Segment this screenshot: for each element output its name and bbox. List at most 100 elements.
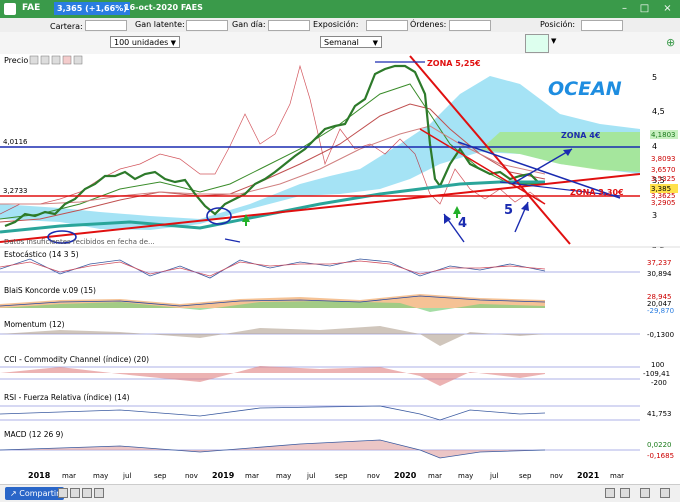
price-tag: 3,6570 [651,166,676,174]
time-label: nov [185,472,198,480]
account-infobar: Cartera: Gan latente: Gan día: Exposició… [0,18,680,33]
indicator-momentum[interactable]: Momentum (12) -0,1300 [0,319,680,352]
indicator-title: BlaiS Koncorde v.09 (15) [4,286,96,295]
tool-icon[interactable] [94,488,104,498]
indicator-koncorde[interactable]: BlaiS Koncorde v.09 (15) 28,945 20,047 -… [0,284,680,318]
time-label: mar [610,472,624,480]
zona-low-label: ZONA 3,30€ [570,188,624,197]
ocean-watermark: OCEAN [548,78,622,100]
time-label: 2018 [28,471,51,480]
indicator-rsi[interactable]: RSI - Fuerza Relativa (índice) (14) 41,7… [0,391,680,427]
cartera-value [85,20,127,31]
time-label: nov [550,472,563,480]
zoom-in-icon[interactable] [605,488,615,498]
time-label: sep [154,472,167,480]
app-icon [4,3,16,15]
indicator-value: 30,894 [647,270,672,278]
chart-toolbar: 100 unidades ▼ Semanal ▼ ▼ ⊕ [0,32,680,55]
time-axis: 2018 mar may jul sep nov 2019 mar may ju… [0,468,680,484]
indicator-stochastic[interactable]: Estocástico (14 3 5) 37,237 30,894 [0,248,680,283]
time-label: may [458,472,473,480]
ordenes-value [449,20,491,31]
time-label: jul [489,472,498,480]
time-label: jul [306,472,315,480]
price-tag: 3,5325 [651,175,676,183]
chevron-down-icon: ▼ [372,39,378,47]
time-label: mar [428,472,442,480]
settings-icon[interactable] [660,488,670,498]
tool-icon[interactable] [82,488,92,498]
zona-mid-label: ZONA 4€ [561,131,601,140]
indicator-title: CCI - Commodity Channel (índice) (20) [4,355,149,364]
gan-dia-label: Gan día: [232,20,266,29]
price-tag: 4,1803 [651,131,676,139]
insufficient-data-note: Datos insuficientes recibidos en fecha d… [4,238,155,246]
add-panel-icon[interactable]: ⊕ [666,36,675,49]
time-label: sep [519,472,532,480]
time-label: may [93,472,108,480]
bottom-toolbar: ↗ Compartir [0,484,680,502]
chevron-down-icon[interactable]: ▼ [551,37,556,45]
panel-tool-icons[interactable] [29,55,83,65]
close-button[interactable]: × [660,1,675,16]
indicator-value: -200 [651,379,667,387]
date-ticker: 16-oct-2020 FAES [124,3,203,12]
zoom-out-icon[interactable] [620,488,630,498]
window-title: FAE [22,3,41,13]
gan-dia-value [268,20,310,31]
minimize-button[interactable]: – [617,1,632,16]
time-label: 2020 [394,471,417,480]
indicator-cci[interactable]: CCI - Commodity Channel (índice) (20) 10… [0,353,680,390]
time-label: mar [245,472,259,480]
tool-icon[interactable] [58,488,68,498]
indicator-value: 100 [651,361,664,369]
time-label: jul [122,472,131,480]
time-label: may [276,472,291,480]
chart-area[interactable]: Precio OCEAN ZONA 5,25€ ZONA 4€ ZONA 3,3… [0,54,680,501]
left-level-upper: 4,0116 [3,138,28,146]
time-label: sep [335,472,348,480]
price-change-badge: 3,365 (+1,66%) [54,2,130,15]
exposicion-value [366,20,408,31]
time-label: 2021 [577,471,600,480]
y-tick: 3 [652,211,657,220]
zona-top-label: ZONA 5,25€ [427,59,481,68]
share-button[interactable]: ↗ Compartir [5,487,65,500]
price-tag: 3,2905 [651,199,676,207]
y-tick: 4 [652,142,657,151]
time-label: 2019 [212,471,235,480]
window-titlebar: FAE 3,365 (+1,66%) 16-oct-2020 FAES – □ … [0,0,680,18]
price-panel-title: Precio [4,56,28,65]
gan-latente-value [186,20,228,31]
chevron-down-icon: ▼ [170,39,176,47]
maximize-button[interactable]: □ [637,1,652,16]
period-select[interactable]: Semanal ▼ [320,36,382,48]
left-level-lower: 3,2733 [3,187,28,195]
indicator-value: -0,1300 [647,331,674,339]
posicion-value [581,20,623,31]
time-label: nov [367,472,380,480]
units-select[interactable]: 100 unidades ▼ [110,36,180,48]
wave-4-label: 4 [458,216,467,231]
indicator-value: 41,753 [647,410,672,418]
indicator-value: -109,41 [643,370,670,378]
time-label: mar [62,472,76,480]
share-icon: ↗ [10,489,20,498]
indicator-macd[interactable]: MACD (12 26 9) 0,0220 -0,1685 [0,428,680,468]
y-tick: 5 [652,73,657,82]
tool-icon[interactable] [70,488,80,498]
indicator-title: Momentum (12) [4,320,65,329]
indicator-value: 37,237 [647,259,672,267]
indicator-value: -29,870 [647,307,674,315]
indicator-value: -0,1685 [647,452,674,460]
exposicion-label: Exposición: [313,20,359,29]
ordenes-label: Órdenes: [410,20,447,29]
indicator-title: MACD (12 26 9) [4,430,63,439]
gan-latente-label: Gan latente: [135,20,185,29]
indicator-value: 0,0220 [647,441,672,449]
posicion-label: Posición: [540,20,576,29]
wave-5-label: 5 [504,203,513,218]
robot-trading-icon[interactable] [525,34,549,53]
fit-icon[interactable] [640,488,650,498]
indicator-title: RSI - Fuerza Relativa (índice) (14) [4,393,130,402]
